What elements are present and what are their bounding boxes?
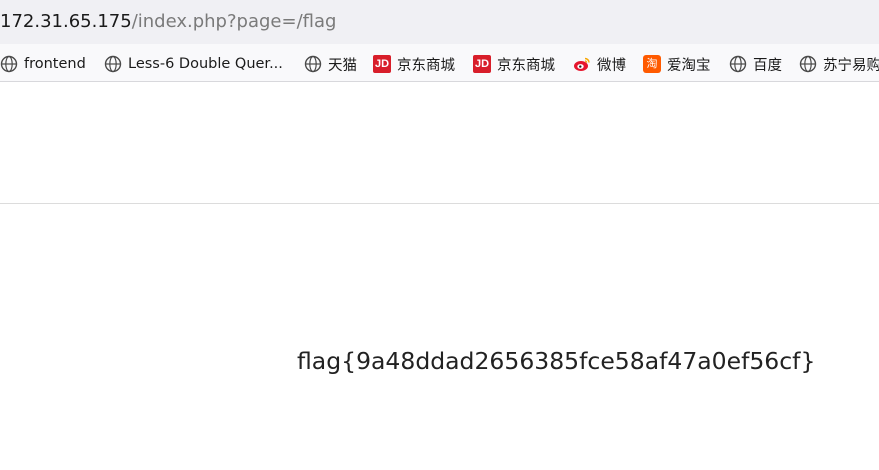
address-bar[interactable]: 172.31.65.175/index.php?page=/flag [0, 0, 879, 44]
bookmark-label: 苏宁易购 [823, 57, 879, 74]
bookmark-less6[interactable]: Less-6 Double Quer... [104, 53, 283, 75]
url-path: /index.php?page=/flag [131, 11, 337, 32]
bookmark-label: 微博 [597, 57, 626, 74]
bookmark-label: 天猫 [328, 57, 357, 74]
jd-logo-icon: JD [473, 55, 491, 73]
bookmark-label: 京东商城 [397, 57, 455, 74]
bookmark-jd-2[interactable]: JD 京东商城 [473, 53, 555, 75]
bookmark-label: 京东商城 [497, 57, 555, 74]
bookmark-label: 百度 [753, 57, 782, 74]
flag-text: flag{9a48ddad2656385fce58af47a0ef56cf} [297, 347, 816, 375]
bookmark-label: Less-6 Double Quer... [128, 56, 283, 72]
jd-logo-icon: JD [373, 55, 391, 73]
bookmark-label: 爱淘宝 [667, 57, 711, 74]
globe-icon [0, 55, 18, 73]
horizontal-divider [0, 203, 879, 204]
globe-icon [304, 55, 322, 73]
bookmarks-bar: frontend Less-6 Double Quer... 天猫 JD 京东商… [0, 44, 879, 82]
taobao-icon: 淘 [643, 55, 661, 73]
bookmark-baidu[interactable]: 百度 [729, 53, 782, 75]
bookmark-frontend[interactable]: frontend [0, 53, 86, 75]
bookmark-label: frontend [24, 56, 86, 72]
globe-icon [104, 55, 122, 73]
url-host: 172.31.65.175 [0, 11, 132, 32]
url-text[interactable]: 172.31.65.175/index.php?page=/flag [0, 11, 336, 33]
bookmark-weibo[interactable]: 微博 [573, 53, 626, 75]
globe-icon [799, 55, 817, 73]
bookmark-aitaobao[interactable]: 淘 爱淘宝 [643, 53, 711, 75]
weibo-icon [574, 57, 590, 71]
bookmark-suning[interactable]: 苏宁易购 [799, 53, 879, 75]
page-content: flag{9a48ddad2656385fce58af47a0ef56cf} [0, 82, 879, 470]
globe-icon [729, 55, 747, 73]
bookmark-jd-1[interactable]: JD 京东商城 [373, 53, 455, 75]
bookmark-tmall[interactable]: 天猫 [304, 53, 357, 75]
